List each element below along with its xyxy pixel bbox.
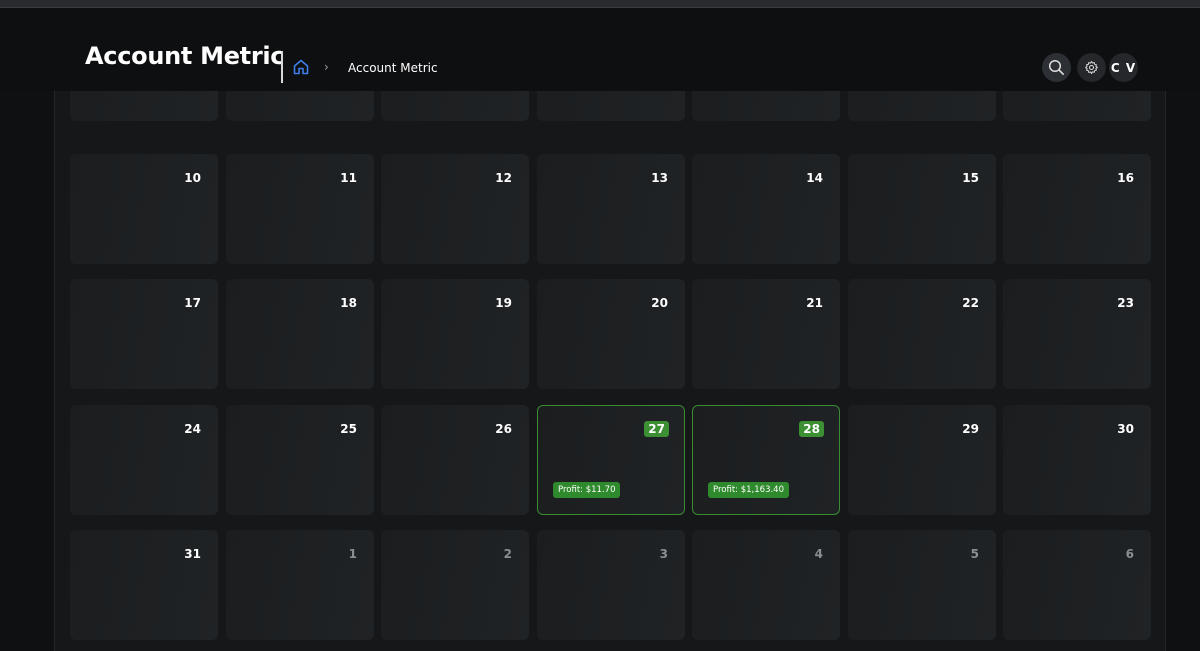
- calendar-day-4-next-month[interactable]: 4: [692, 530, 840, 640]
- calendar-day-23[interactable]: 23: [1003, 279, 1151, 389]
- calendar-day-cell[interactable]: [1003, 91, 1151, 121]
- calendar-day-22[interactable]: 22: [848, 279, 996, 389]
- calendar-day-12[interactable]: 12: [381, 154, 529, 264]
- calendar-day-cell[interactable]: [692, 91, 840, 121]
- day-number: 17: [184, 296, 201, 310]
- day-number: 28: [799, 421, 824, 437]
- calendar-day-15[interactable]: 15: [848, 154, 996, 264]
- day-number: 5: [970, 547, 979, 561]
- search-button[interactable]: [1042, 53, 1071, 82]
- calendar-day-24[interactable]: 24: [70, 405, 218, 515]
- day-number: 3: [659, 547, 668, 561]
- calendar-day-16[interactable]: 16: [1003, 154, 1151, 264]
- gear-icon: [1085, 61, 1098, 74]
- calendar-day-cell[interactable]: [226, 91, 374, 121]
- avatar[interactable]: C V: [1109, 53, 1138, 82]
- settings-button[interactable]: [1077, 53, 1106, 82]
- title-divider: [281, 51, 283, 83]
- calendar-day-10[interactable]: 10: [70, 154, 218, 264]
- day-number: 25: [340, 422, 357, 436]
- day-number: 4: [814, 547, 823, 561]
- calendar-day-cell[interactable]: [848, 91, 996, 121]
- calendar-day-2-next-month[interactable]: 2: [381, 530, 529, 640]
- day-number: 11: [340, 171, 357, 185]
- calendar-day-18[interactable]: 18: [226, 279, 374, 389]
- day-number: 12: [495, 171, 512, 185]
- calendar-day-cell[interactable]: [70, 91, 218, 121]
- search-icon: [1048, 59, 1064, 75]
- day-number: 13: [651, 171, 668, 185]
- day-number: 1: [348, 547, 357, 561]
- breadcrumb-separator: ›: [324, 60, 329, 74]
- calendar-day-26[interactable]: 26: [381, 405, 529, 515]
- calendar-day-13[interactable]: 13: [537, 154, 685, 264]
- day-number: 22: [962, 296, 979, 310]
- calendar-day-30[interactable]: 30: [1003, 405, 1151, 515]
- calendar-day-5-next-month[interactable]: 5: [848, 530, 996, 640]
- day-number: 23: [1117, 296, 1134, 310]
- calendar-day-cell[interactable]: [537, 91, 685, 121]
- calendar-day-1-next-month[interactable]: 1: [226, 530, 374, 640]
- day-number: 10: [184, 171, 201, 185]
- day-number: 24: [184, 422, 201, 436]
- home-icon[interactable]: [292, 58, 310, 76]
- day-number: 14: [806, 171, 823, 185]
- calendar-day-31[interactable]: 31: [70, 530, 218, 640]
- day-number: 31: [184, 547, 201, 561]
- calendar-day-14[interactable]: 14: [692, 154, 840, 264]
- day-number: 21: [806, 296, 823, 310]
- breadcrumb-current: Account Metric: [348, 61, 438, 75]
- day-number: 16: [1117, 171, 1134, 185]
- day-number: 19: [495, 296, 512, 310]
- calendar-day-cell[interactable]: [381, 91, 529, 121]
- calendar-day-3-next-month[interactable]: 3: [537, 530, 685, 640]
- calendar-day-6-next-month[interactable]: 6: [1003, 530, 1151, 640]
- day-number: 30: [1117, 422, 1134, 436]
- day-number: 29: [962, 422, 979, 436]
- calendar-day-19[interactable]: 19: [381, 279, 529, 389]
- day-number: 26: [495, 422, 512, 436]
- browser-top-strip: [0, 0, 1200, 8]
- calendar-day-29[interactable]: 29: [848, 405, 996, 515]
- calendar-day-20[interactable]: 20: [537, 279, 685, 389]
- calendar-day-21[interactable]: 21: [692, 279, 840, 389]
- day-number: 27: [644, 421, 669, 437]
- day-number: 15: [962, 171, 979, 185]
- calendar-day-25[interactable]: 25: [226, 405, 374, 515]
- calendar-day-28[interactable]: 28 Profit: $1,163.40: [692, 405, 840, 515]
- day-number: 20: [651, 296, 668, 310]
- calendar-grid: 10 11 12 13 14 15 16 17 18 19 20 21 22 23 24 25 26 27 Prof…: [54, 91, 1166, 651]
- profit-badge: Profit: $11.70: [553, 482, 621, 498]
- day-number: 18: [340, 296, 357, 310]
- day-number: 6: [1125, 547, 1134, 561]
- calendar-day-27[interactable]: 27 Profit: $11.70: [537, 405, 685, 515]
- calendar-day-17[interactable]: 17: [70, 279, 218, 389]
- day-number: 2: [503, 547, 512, 561]
- profit-badge: Profit: $1,163.40: [708, 482, 789, 498]
- calendar-day-11[interactable]: 11: [226, 154, 374, 264]
- page-title: Account Metric: [85, 42, 285, 70]
